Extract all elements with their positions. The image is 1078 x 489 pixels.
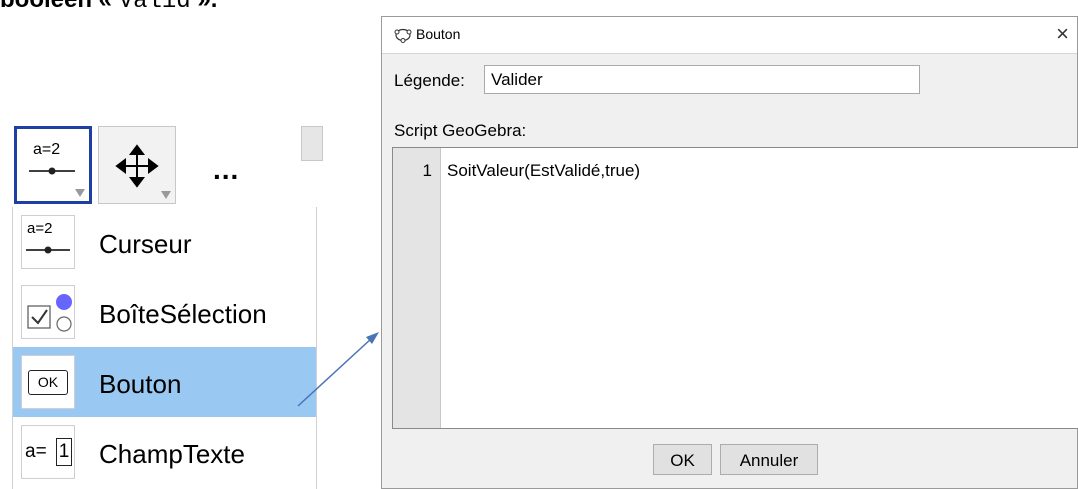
script-code-line: SoitValeur(EstValidé,true) [447,161,641,180]
geogebra-logo-icon [394,28,412,43]
button-dialog: Bouton × Légende: Script GeoGebra: 1 Soi… [381,16,1078,489]
ok-button[interactable]: OK [653,444,712,475]
line-number-gutter: 1 [393,148,441,428]
script-label: Script GeoGebra: [394,121,527,140]
caption-label: Légende: [394,71,465,90]
dialog-title: Bouton [416,26,461,42]
cancel-button[interactable]: Annuler [720,444,818,475]
line-number: 1 [422,161,432,180]
script-editor[interactable]: 1 SoitValeur(EstValidé,true) [392,147,1078,429]
dialog-titlebar: Bouton × [382,17,1077,54]
caption-input[interactable] [484,65,920,94]
close-icon[interactable]: × [1056,21,1069,47]
